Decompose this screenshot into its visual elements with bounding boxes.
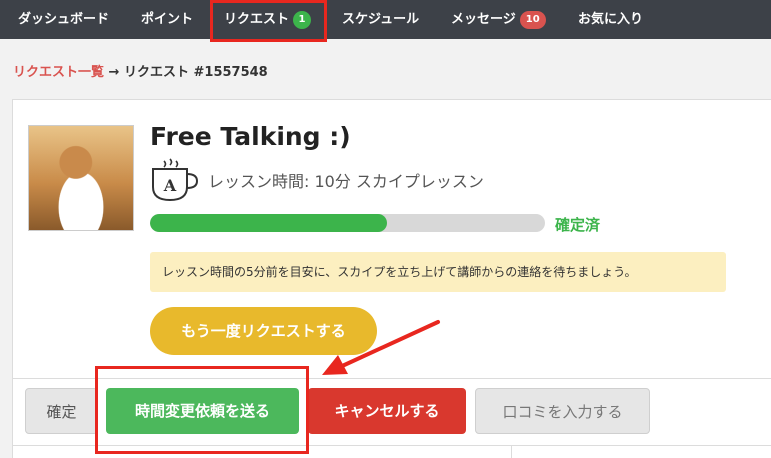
- notice-banner: レッスン時間の5分前を目安に、スカイプを立ち上げて講師からの連絡を待ちましょう。: [150, 252, 726, 292]
- teacher-avatar: [28, 125, 134, 231]
- message-count-badge: 10: [519, 10, 546, 29]
- top-nav: ダッシュボード ポイント リクエスト 1 スケジュール メッセージ 10 お気に入り: [0, 0, 771, 39]
- cup-letter: A: [163, 176, 177, 195]
- nav-label: ポイント: [141, 12, 194, 27]
- nav-label: ダッシュボード: [18, 12, 110, 27]
- nav-label: お気に入り: [578, 12, 644, 27]
- nav-item-dashboard[interactable]: ダッシュボード: [18, 0, 109, 39]
- nav-item-schedule[interactable]: スケジュール: [342, 0, 419, 39]
- coffee-cup-icon: A: [152, 158, 199, 202]
- write-review-button[interactable]: 口コミを入力する: [475, 388, 650, 434]
- lesson-info: レッスン時間: 10分 スカイプレッスン: [208, 172, 484, 191]
- breadcrumb-separator: →: [108, 65, 120, 80]
- request-title: Free Talking :): [150, 122, 351, 151]
- cancel-button[interactable]: キャンセルする: [308, 388, 466, 434]
- breadcrumb-request-list-link[interactable]: リクエスト一覧: [13, 65, 104, 80]
- nav-item-favorites[interactable]: お気に入り: [578, 0, 643, 39]
- highlight-box-requests-tab: [210, 0, 327, 42]
- status-progress-fill: [150, 214, 387, 232]
- nav-label: メッセージ: [451, 12, 516, 27]
- status-badge: 確定済: [555, 216, 601, 234]
- breadcrumb-current: リクエスト #1557548: [123, 65, 268, 80]
- annotation-arrow: [322, 320, 440, 375]
- breadcrumb: リクエスト一覧 → リクエスト #1557548: [13, 61, 268, 80]
- confirm-button[interactable]: 確定: [25, 388, 98, 434]
- nav-item-points[interactable]: ポイント: [141, 0, 193, 39]
- footer-column-divider: [511, 446, 512, 458]
- nav-label: スケジュール: [342, 12, 420, 27]
- highlight-box-change-time-button: [95, 366, 309, 454]
- status-progress-bar: [150, 214, 545, 232]
- nav-item-messages[interactable]: メッセージ 10: [451, 0, 546, 39]
